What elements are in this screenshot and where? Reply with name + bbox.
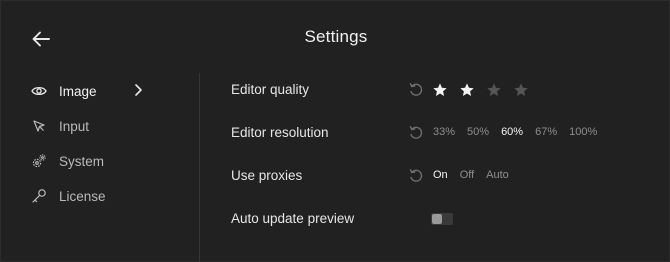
sidebar-item-system[interactable]: System xyxy=(31,148,151,174)
reset-use-proxies-button[interactable] xyxy=(407,167,425,185)
star-icon[interactable] xyxy=(459,81,486,99)
editor-resolution-label: Editor resolution xyxy=(231,125,329,140)
sidebar-item-license[interactable]: License xyxy=(31,183,151,209)
sidebar-item-image[interactable]: Image xyxy=(31,78,151,104)
use-proxies-label: Use proxies xyxy=(231,168,303,183)
header: Settings xyxy=(1,1,670,73)
resolution-option[interactable]: 33% xyxy=(433,126,455,138)
sidebar: Image Input System License xyxy=(1,73,199,262)
star-icon[interactable] xyxy=(486,81,513,99)
eye-icon xyxy=(31,83,47,99)
editor-quality-label: Editor quality xyxy=(231,82,310,97)
chevron-right-icon xyxy=(133,83,143,100)
proxy-option[interactable]: Off xyxy=(460,169,474,181)
resolution-option[interactable]: 100% xyxy=(569,126,597,138)
sidebar-item-label: Image xyxy=(59,83,97,99)
resolution-option[interactable]: 50% xyxy=(467,126,489,138)
gears-icon xyxy=(31,153,47,169)
sidebar-item-label: Input xyxy=(59,118,90,134)
page-title: Settings xyxy=(304,27,368,46)
cursor-icon xyxy=(31,118,47,134)
settings-panel: Editor quality Editor resolution 33% 50% 6… xyxy=(200,73,670,262)
settings-window: Settings Image Input System License Edit… xyxy=(0,0,670,262)
toggle-knob xyxy=(432,214,442,224)
sidebar-item-label: License xyxy=(59,188,106,204)
reset-editor-resolution-button[interactable] xyxy=(407,124,425,142)
reset-icon xyxy=(409,126,423,139)
reset-icon xyxy=(409,83,423,96)
use-proxies-options: On Off Auto xyxy=(433,169,521,181)
editor-resolution-options: 33% 50% 60% 67% 100% xyxy=(433,126,609,138)
proxy-option[interactable]: Auto xyxy=(486,169,509,181)
reset-editor-quality-button[interactable] xyxy=(407,81,425,99)
auto-update-preview-toggle[interactable] xyxy=(431,213,453,225)
auto-update-preview-label: Auto update preview xyxy=(231,211,355,226)
sidebar-item-input[interactable]: Input xyxy=(31,113,151,139)
star-icon[interactable] xyxy=(432,81,459,99)
star-icon[interactable] xyxy=(513,81,540,99)
resolution-option[interactable]: 67% xyxy=(535,126,557,138)
reset-icon xyxy=(409,169,423,182)
key-icon xyxy=(31,188,47,204)
proxy-option[interactable]: On xyxy=(433,169,448,181)
editor-quality-rating xyxy=(432,81,540,99)
resolution-option[interactable]: 60% xyxy=(501,126,523,138)
sidebar-item-label: System xyxy=(59,153,105,169)
